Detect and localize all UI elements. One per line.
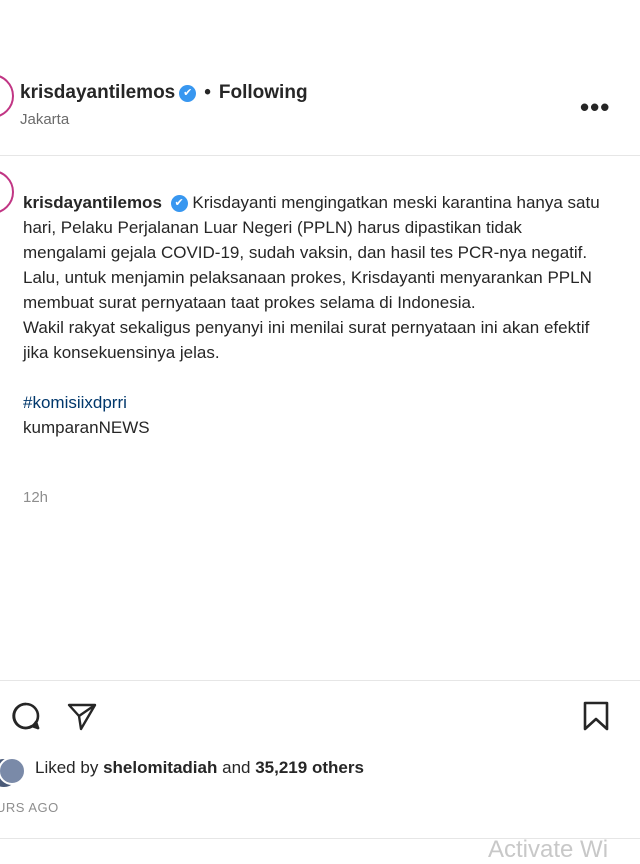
caption-signature: kumparanNEWS [23, 418, 150, 437]
caption-timestamp: 12h [23, 489, 49, 506]
header-username[interactable]: krisdayantilemos [20, 82, 175, 103]
post-age: URS AGO [0, 800, 59, 815]
header-avatar[interactable] [0, 74, 14, 118]
more-options-icon[interactable]: ••• [580, 92, 610, 123]
likes-prefix: Liked by [35, 758, 99, 777]
post-location[interactable]: Jakarta [20, 111, 69, 128]
caption-text-2: Wakil rakyat sekaligus penyanyi ini meni… [23, 318, 590, 362]
caption-avatar[interactable] [0, 170, 14, 214]
verified-badge-icon: ✔ [170, 195, 188, 212]
post-caption: krisdayantilemos ✔ Krisdayanti mengingat… [23, 190, 603, 440]
liker-avatar[interactable] [0, 757, 26, 785]
comment-icon[interactable] [10, 700, 42, 732]
likes-conjunction: and [222, 758, 251, 777]
liker-username[interactable]: shelomitadiah [103, 758, 217, 777]
caption-username[interactable]: krisdayantilemos [23, 193, 162, 212]
bookmark-icon[interactable] [580, 700, 612, 732]
header-separator: • [204, 82, 211, 103]
post-header: krisdayantilemos ✔ • Following [20, 82, 308, 104]
verified-badge-icon: ✔ [179, 85, 197, 102]
divider [0, 155, 640, 156]
hashtag-link[interactable]: #komisiixdprri [23, 390, 603, 415]
likes-summary: Liked by shelomitadiah and 35,219 others [35, 758, 364, 778]
divider [0, 680, 640, 681]
activation-watermark: Activate Wi [488, 836, 609, 863]
likes-count[interactable]: 35,219 others [255, 758, 364, 777]
share-icon[interactable] [66, 700, 98, 732]
following-button[interactable]: Following [219, 82, 308, 103]
